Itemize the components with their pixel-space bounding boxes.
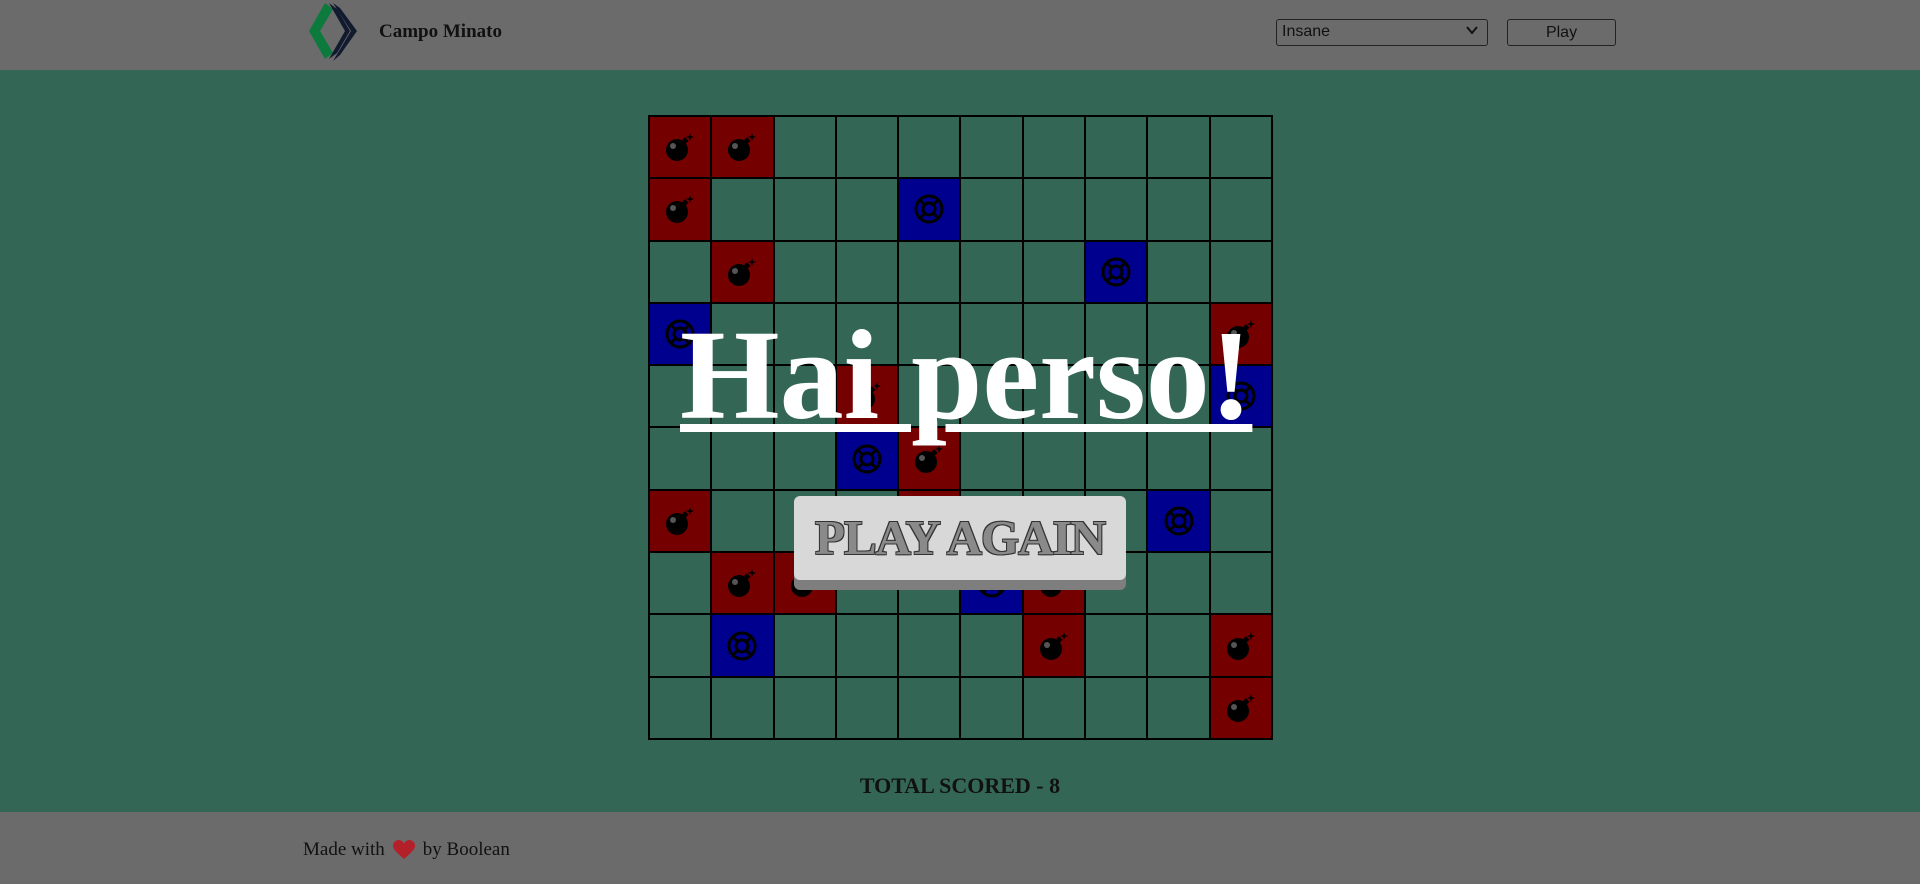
cell-bomb[interactable] — [649, 116, 712, 179]
chevron-down-icon — [1466, 26, 1478, 35]
cell-hidden[interactable] — [960, 116, 1023, 179]
cell-hidden[interactable] — [1085, 178, 1148, 241]
bomb-icon — [728, 257, 757, 286]
cell-hidden[interactable] — [711, 489, 774, 553]
cell-hidden[interactable] — [1085, 614, 1148, 677]
cell-hidden[interactable] — [835, 116, 899, 179]
cell-hidden[interactable] — [1147, 614, 1210, 677]
cell-hidden[interactable] — [1147, 116, 1210, 179]
cell-bomb[interactable] — [1022, 614, 1086, 677]
cell-hidden[interactable] — [711, 178, 774, 241]
bomb-icon — [728, 133, 757, 162]
cell-hidden[interactable] — [773, 178, 836, 241]
cell-hidden[interactable] — [898, 676, 961, 739]
cell-hidden[interactable] — [1209, 552, 1272, 615]
cell-bomb[interactable] — [649, 489, 712, 553]
cell-hidden[interactable] — [1085, 676, 1148, 739]
bomb-icon — [666, 195, 695, 224]
difficulty-value: Insane — [1282, 23, 1331, 40]
footer-credit: Made with by Boolean — [303, 839, 510, 861]
cell-hidden[interactable] — [835, 614, 899, 677]
cell-hidden[interactable] — [649, 552, 712, 615]
cell-hidden[interactable] — [960, 178, 1023, 241]
cell-hidden[interactable] — [773, 240, 836, 303]
play-again-label: PLAY AGAIN — [815, 510, 1106, 565]
bomb-icon — [1039, 631, 1068, 660]
cell-hidden[interactable] — [835, 676, 899, 739]
cell-safe[interactable] — [1085, 240, 1148, 303]
cell-hidden[interactable] — [649, 614, 712, 677]
cell-bomb[interactable] — [711, 116, 774, 179]
cell-safe[interactable] — [711, 614, 774, 677]
logo-icon — [309, 3, 357, 61]
cell-safe[interactable] — [898, 178, 961, 241]
cell-hidden[interactable] — [773, 116, 836, 179]
difficulty-select[interactable]: Insane — [1276, 19, 1488, 46]
cell-hidden[interactable] — [960, 676, 1023, 739]
total-score: TOTAL SCORED - 8 — [859, 773, 1061, 798]
cell-safe[interactable] — [1147, 489, 1210, 553]
cell-hidden[interactable] — [1209, 116, 1272, 179]
footer-by: by Boolean — [422, 839, 510, 860]
cell-hidden[interactable] — [773, 676, 836, 739]
cell-hidden[interactable] — [1147, 552, 1210, 615]
cell-bomb[interactable] — [711, 552, 774, 615]
cell-hidden[interactable] — [1022, 116, 1086, 179]
lifebuoy-icon — [914, 194, 944, 224]
cell-hidden[interactable] — [960, 240, 1023, 303]
cell-hidden[interactable] — [898, 240, 961, 303]
bomb-icon — [1226, 631, 1255, 660]
cell-hidden[interactable] — [649, 240, 712, 303]
lose-title: Hai perso! — [680, 304, 1253, 446]
cell-hidden[interactable] — [1209, 489, 1272, 553]
cell-bomb[interactable] — [1209, 614, 1272, 677]
bomb-icon — [728, 569, 757, 598]
cell-hidden[interactable] — [835, 240, 899, 303]
cell-hidden[interactable] — [649, 676, 712, 739]
cell-hidden[interactable] — [1022, 676, 1086, 739]
cell-hidden[interactable] — [1085, 116, 1148, 179]
cell-bomb[interactable] — [649, 178, 712, 241]
bomb-icon — [1226, 693, 1255, 722]
cell-bomb[interactable] — [1209, 676, 1272, 739]
cell-hidden[interactable] — [711, 676, 774, 739]
footer-made-with: Made with — [303, 839, 385, 860]
cell-hidden[interactable] — [1147, 676, 1210, 739]
bomb-icon — [666, 133, 695, 162]
cell-hidden[interactable] — [898, 116, 961, 179]
cell-hidden[interactable] — [1147, 240, 1210, 303]
cell-hidden[interactable] — [1022, 240, 1086, 303]
cell-hidden[interactable] — [835, 178, 899, 241]
cell-hidden[interactable] — [898, 614, 961, 677]
play-again-button[interactable]: PLAY AGAIN — [794, 496, 1126, 580]
cell-bomb[interactable] — [711, 240, 774, 303]
lifebuoy-icon — [1164, 506, 1194, 536]
play-button[interactable]: Play — [1507, 19, 1616, 46]
lifebuoy-icon — [1101, 257, 1131, 287]
brand-title: Campo Minato — [379, 21, 502, 42]
cell-hidden[interactable] — [1022, 178, 1086, 241]
heart-icon — [392, 840, 415, 859]
cell-hidden[interactable] — [1147, 178, 1210, 241]
lifebuoy-icon — [727, 631, 757, 661]
header-bar: Campo Minato Insane Play — [0, 0, 1920, 70]
cell-hidden[interactable] — [1209, 240, 1272, 303]
footer: Made with by Boolean — [0, 812, 1920, 884]
cell-hidden[interactable] — [773, 614, 836, 677]
cell-hidden[interactable] — [1209, 178, 1272, 241]
cell-hidden[interactable] — [960, 614, 1023, 677]
bomb-icon — [666, 506, 695, 535]
